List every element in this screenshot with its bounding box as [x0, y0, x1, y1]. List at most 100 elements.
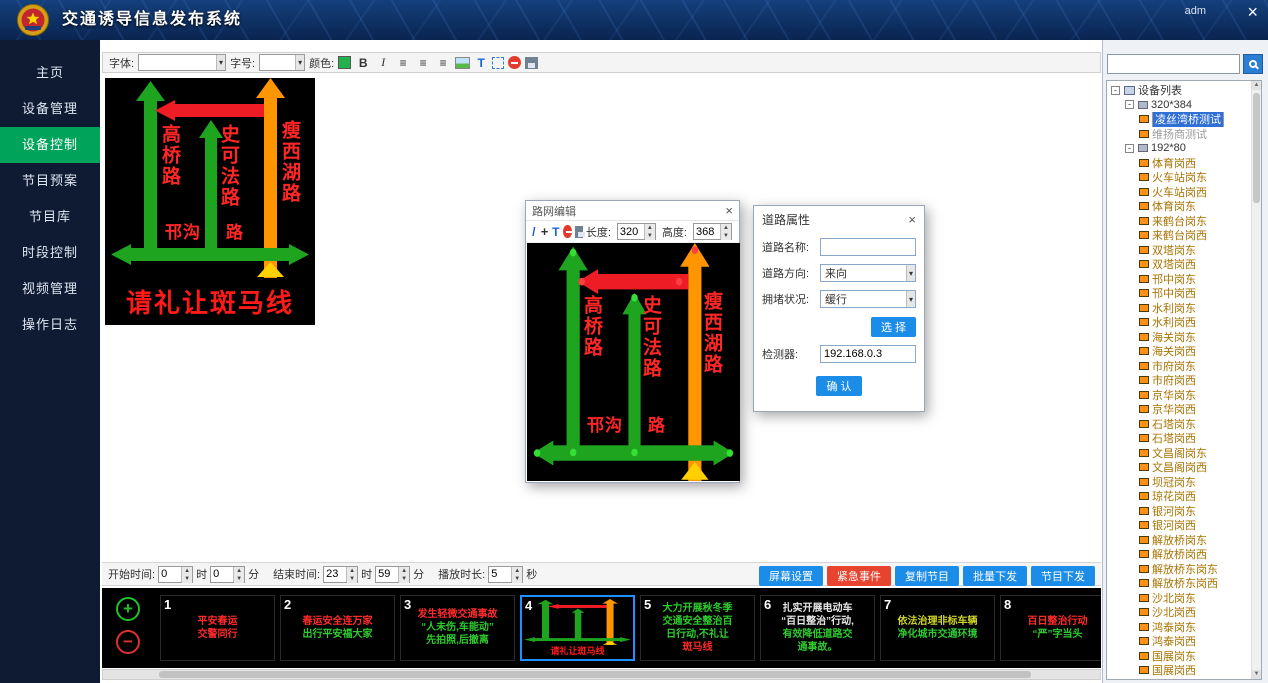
confirm-button[interactable]: 确 认: [816, 376, 861, 396]
italic-button[interactable]: I: [375, 55, 391, 71]
tree-root[interactable]: -设备列表: [1107, 83, 1261, 98]
spin-up-icon[interactable]: ▲: [645, 224, 655, 232]
start-hour-input[interactable]: [159, 567, 181, 582]
spin-down-icon[interactable]: ▼: [234, 575, 244, 583]
tree-item-1-10[interactable]: 水利岗东: [1107, 301, 1261, 316]
add-program-button[interactable]: +: [116, 597, 140, 621]
scrollbar-thumb[interactable]: [1253, 93, 1260, 203]
tree-item-1-9[interactable]: 邗中岗西: [1107, 286, 1261, 301]
align-right-icon[interactable]: ≡: [435, 55, 451, 71]
action-button-0[interactable]: 屏幕设置: [759, 566, 823, 586]
tree-item-1-33[interactable]: 鸿泰岗西: [1107, 634, 1261, 649]
tree-item-1-27[interactable]: 解放桥岗西: [1107, 547, 1261, 562]
align-left-icon[interactable]: ≡: [395, 55, 411, 71]
tree-item-1-29[interactable]: 解放桥东岗西: [1107, 576, 1261, 591]
collapse-icon[interactable]: -: [1125, 100, 1134, 109]
tree-item-1-5[interactable]: 来鹤台岗西: [1107, 228, 1261, 243]
action-button-2[interactable]: 复制节目: [895, 566, 959, 586]
tree-item-1-34[interactable]: 国展岗东: [1107, 649, 1261, 664]
tree-item-1-19[interactable]: 石塔岗西: [1107, 431, 1261, 446]
tree-item-1-21[interactable]: 文昌阁岗西: [1107, 460, 1261, 475]
tree-item-1-0[interactable]: 体育岗西: [1107, 156, 1261, 171]
move-icon[interactable]: +: [541, 224, 549, 239]
draw-line-icon[interactable]: /: [530, 225, 538, 239]
sidebar-item-2[interactable]: 设备控制: [0, 127, 100, 163]
program-thumb-5[interactable]: 5大力开展秋冬季交通安全整治百日行动,不礼让斑马线: [640, 595, 755, 661]
tree-item-1-31[interactable]: 沙北岗西: [1107, 605, 1261, 620]
sidebar-item-3[interactable]: 节目预案: [0, 163, 100, 199]
close-icon[interactable]: ×: [908, 212, 916, 227]
sidebar-item-1[interactable]: 设备管理: [0, 91, 100, 127]
tree-item-1-12[interactable]: 海关岗东: [1107, 330, 1261, 345]
tree-item-0-0[interactable]: 凌丝湾桥测试: [1107, 112, 1261, 127]
program-thumb-7[interactable]: 7依法治理非标车辆净化城市交通环境: [880, 595, 995, 661]
tree-item-1-25[interactable]: 银河岗西: [1107, 518, 1261, 533]
road-name-input[interactable]: [820, 238, 916, 256]
spin-up-icon[interactable]: ▲: [182, 567, 192, 575]
tree-item-1-20[interactable]: 文昌阁岗东: [1107, 446, 1261, 461]
end-hour-input[interactable]: [324, 567, 346, 582]
tree-item-1-26[interactable]: 解放桥岗东: [1107, 533, 1261, 548]
spin-down-icon[interactable]: ▼: [182, 575, 192, 583]
length-input[interactable]: [618, 224, 644, 239]
tree-item-0-1[interactable]: 维扬商测试: [1107, 127, 1261, 142]
delete-icon[interactable]: [563, 225, 571, 238]
congestion-select[interactable]: 缓行▾: [820, 290, 916, 308]
sidebar-item-6[interactable]: 视频管理: [0, 271, 100, 307]
spin-down-icon[interactable]: ▼: [347, 575, 357, 583]
spin-down-icon[interactable]: ▼: [399, 575, 409, 583]
sidebar-item-7[interactable]: 操作日志: [0, 307, 100, 343]
user-name[interactable]: adm: [1185, 5, 1206, 17]
bold-button[interactable]: B: [355, 55, 371, 71]
tree-item-1-30[interactable]: 沙北岗东: [1107, 591, 1261, 606]
direction-select[interactable]: 来向▾: [820, 264, 916, 282]
tree-scrollbar[interactable]: ▲ ▼: [1251, 81, 1261, 679]
close-icon[interactable]: ×: [1247, 2, 1258, 23]
marquee-icon[interactable]: [492, 57, 504, 69]
tree-item-1-16[interactable]: 京华岗东: [1107, 388, 1261, 403]
led-preview[interactable]: 高桥路 史可法路 瘦西湖路 邗沟 路 请礼让斑马线: [105, 78, 315, 325]
start-minute-input[interactable]: [211, 567, 233, 582]
tree-item-1-17[interactable]: 京华岗西: [1107, 402, 1261, 417]
spin-up-icon[interactable]: ▲: [234, 567, 244, 575]
tree-item-1-4[interactable]: 来鹤台岗东: [1107, 214, 1261, 229]
tree-item-1-32[interactable]: 鸿泰岗东: [1107, 620, 1261, 635]
scrollbar-thumb[interactable]: [159, 671, 1031, 678]
tree-item-1-3[interactable]: 体育岗东: [1107, 199, 1261, 214]
save-icon[interactable]: [525, 57, 538, 69]
roadnet-canvas[interactable]: 高桥路 史可法路 瘦西湖路 邗沟 路: [527, 243, 740, 481]
text-tool-icon[interactable]: T: [474, 56, 488, 70]
horizontal-scrollbar[interactable]: [102, 669, 1101, 680]
tree-item-1-23[interactable]: 琼花岗西: [1107, 489, 1261, 504]
text-tool-icon[interactable]: T: [551, 225, 560, 239]
spin-up-icon[interactable]: ▲: [721, 224, 731, 232]
tree-item-1-14[interactable]: 市府岗东: [1107, 359, 1261, 374]
tree-item-1-22[interactable]: 坝冠岗东: [1107, 475, 1261, 490]
spin-up-icon[interactable]: ▲: [347, 567, 357, 575]
collapse-icon[interactable]: -: [1125, 144, 1134, 153]
action-button-1[interactable]: 紧急事件: [827, 566, 891, 586]
tree-item-1-24[interactable]: 银河岗东: [1107, 504, 1261, 519]
save-icon[interactable]: [575, 226, 583, 238]
sidebar-item-5[interactable]: 时段控制: [0, 235, 100, 271]
spin-up-icon[interactable]: ▲: [399, 567, 409, 575]
device-search-input[interactable]: [1107, 54, 1240, 74]
delete-icon[interactable]: [508, 56, 521, 69]
tree-item-1-35[interactable]: 国展岗西: [1107, 663, 1261, 678]
program-thumb-1[interactable]: 1平安春运交警同行: [160, 595, 275, 661]
tree-group-0[interactable]: -320*384: [1107, 98, 1261, 113]
sidebar-item-0[interactable]: 主页: [0, 55, 100, 91]
sidebar-item-4[interactable]: 节目库: [0, 199, 100, 235]
program-thumb-2[interactable]: 2春运安全连万家出行平安福大家: [280, 595, 395, 661]
action-button-4[interactable]: 节目下发: [1031, 566, 1095, 586]
tree-group-1[interactable]: -192*80: [1107, 141, 1261, 156]
program-thumb-8[interactable]: 8百日整治行动“严”字当头: [1000, 595, 1101, 661]
collapse-icon[interactable]: -: [1111, 86, 1120, 95]
tree-item-1-28[interactable]: 解放桥东岗东: [1107, 562, 1261, 577]
scroll-up-icon[interactable]: ▲: [1252, 81, 1261, 90]
spin-down-icon[interactable]: ▼: [512, 575, 522, 583]
image-icon[interactable]: [455, 57, 470, 69]
scroll-down-icon[interactable]: ▼: [1252, 670, 1261, 679]
remove-program-button[interactable]: −: [116, 630, 140, 654]
spin-down-icon[interactable]: ▼: [645, 232, 655, 240]
